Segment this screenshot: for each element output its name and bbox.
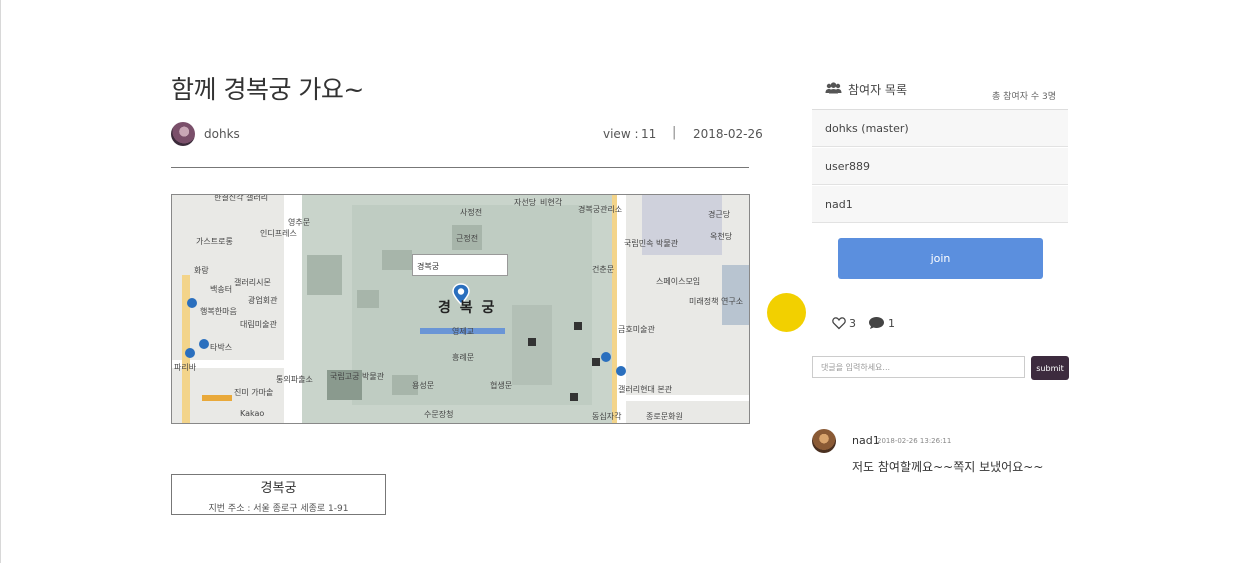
map-label: 국립고궁 박물관: [330, 372, 385, 381]
map-info-popup[interactable]: 경복궁: [412, 254, 508, 276]
map-label: 한결신각 갤러리: [214, 194, 269, 202]
map-label: 금호미술관: [618, 325, 655, 334]
title-divider: [171, 167, 749, 168]
map-label: 사정전: [460, 208, 483, 217]
comment-icon[interactable]: [868, 316, 885, 330]
map-label: 영추문: [288, 218, 311, 227]
map-label: 가스트로롱: [196, 237, 233, 246]
map-label: 화랑: [194, 266, 209, 275]
page-left-border: [0, 0, 1, 563]
join-button[interactable]: join: [838, 238, 1043, 279]
users-icon: [825, 82, 842, 94]
map-label: 백송터: [210, 285, 233, 294]
map-label: 갤러리시몬: [234, 278, 271, 287]
participants-title: 참여자 목록: [848, 83, 908, 97]
map-label: 광업회관: [248, 296, 278, 305]
map-label: 행복한마음: [200, 307, 237, 316]
participant-item[interactable]: dohks (master): [812, 110, 1068, 147]
map-label: 파리바: [174, 363, 197, 372]
map-label: 비현각: [540, 198, 563, 207]
map-label: 통의파출소: [276, 375, 313, 384]
participant-item[interactable]: user889: [812, 148, 1068, 185]
participants-header: 참여자 목록 총 참여자 수 3명: [812, 76, 1068, 110]
view-label: view :: [603, 127, 639, 141]
participant-name: nad1: [825, 198, 853, 211]
map-label: 협생문: [490, 381, 513, 390]
map-label: 경복궁관리소: [578, 205, 623, 214]
map-label: 옥천당: [710, 232, 733, 241]
comment-time: 2018-02-26 13:26:11: [877, 437, 952, 445]
post-date: 2018-02-26: [693, 127, 763, 141]
place-name: 경복궁: [260, 481, 297, 496]
map-label: 갤러리현대 본관: [618, 385, 673, 394]
map-label: Kakao: [240, 409, 265, 418]
author-name[interactable]: dohks: [204, 127, 240, 141]
place-info-box: 경복궁 지번 주소 : 서울 종로구 세종로 1-91: [171, 474, 386, 515]
submit-button[interactable]: submit: [1031, 356, 1069, 380]
view-count: 11: [641, 127, 657, 141]
map-label: 영제교: [452, 327, 475, 336]
author-avatar[interactable]: [171, 122, 195, 146]
heart-icon[interactable]: [832, 316, 846, 330]
map-label: 용성문: [412, 381, 435, 390]
map-label: 경근당: [708, 210, 731, 219]
map-label: 수문장청: [424, 410, 454, 419]
map-center-label: 경 복 궁: [438, 300, 497, 316]
commenter-avatar[interactable]: [812, 429, 836, 453]
map-label: 건춘문: [592, 265, 615, 274]
map-label: 흥례문: [452, 353, 475, 362]
map-label: 스페이스모임: [656, 277, 701, 286]
map-label: 대림미술관: [240, 320, 277, 329]
like-count: 3: [849, 317, 856, 330]
participants-count: 총 참여자 수 3명: [992, 92, 1056, 102]
meta-separator: |: [672, 125, 677, 140]
cursor-highlight: [767, 293, 806, 332]
participant-name: user889: [825, 160, 870, 173]
participant-item[interactable]: nad1: [812, 186, 1068, 223]
map-label: 동십자각: [592, 412, 622, 421]
participant-name: dohks (master): [825, 122, 909, 135]
map-view[interactable]: 한결신각 갤러리 인디프레스 영추문 사정전 근정전 흥례문 영제교 용성문 협…: [171, 194, 750, 424]
comment-input[interactable]: [812, 356, 1025, 378]
map-label: 타박스: [210, 343, 233, 352]
comment-author[interactable]: nad1: [852, 434, 880, 447]
map-label: 진미 가마솥: [234, 388, 274, 397]
post-title: 함께 경복궁 가요~: [171, 75, 364, 104]
map-label: 자선당: [514, 198, 537, 207]
comment-count: 1: [888, 317, 895, 330]
comment-text: 저도 참여할께요~~쪽지 보냈어요~~: [852, 460, 1044, 474]
map-label: 미래정책 연구소: [689, 297, 744, 306]
map-label: 국립민속 박물관: [624, 239, 679, 248]
map-label: 인디프레스: [260, 229, 297, 238]
map-label: 종로문화원: [646, 412, 683, 421]
place-address: 지번 주소 : 서울 종로구 세종로 1-91: [208, 504, 349, 514]
map-label: 근정전: [456, 234, 479, 243]
